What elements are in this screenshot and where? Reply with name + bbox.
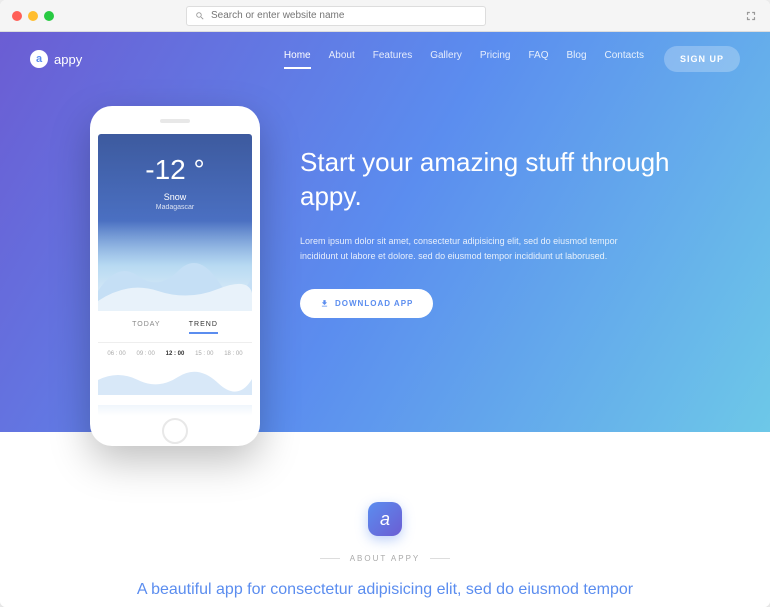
nav-faq[interactable]: FAQ	[528, 50, 548, 69]
about-headline: A beautiful app for consectetur adipisic…	[125, 577, 645, 607]
time-1: 09 : 00	[137, 351, 155, 357]
maximize-window-button[interactable]	[44, 11, 54, 21]
download-label: DOWNLOAD APP	[335, 299, 413, 308]
expand-icon[interactable]	[744, 9, 758, 23]
browser-chrome	[0, 0, 770, 32]
weather-bottom: TODAY TREND 06 : 00 09 : 00 12 : 00 15 :…	[98, 311, 252, 405]
logo[interactable]: a appy	[30, 50, 82, 68]
signup-button[interactable]: SIGN UP	[664, 46, 740, 72]
weather-condition: Snow	[98, 192, 252, 202]
hero-body: -12 ° Snow Madagascar TOD	[0, 86, 770, 446]
address-input[interactable]	[211, 10, 477, 21]
weather-temperature: -12 °	[98, 154, 252, 186]
site-header: a appy Home About Features Gallery Prici…	[0, 32, 770, 86]
hero-text: Start your amazing stuff through appy. L…	[260, 96, 710, 446]
weather-tabs: TODAY TREND	[98, 321, 252, 343]
page-content: a appy Home About Features Gallery Prici…	[0, 32, 770, 607]
weather-location: Madagascar	[98, 204, 252, 211]
weather-tab-trend[interactable]: TREND	[189, 321, 218, 334]
nav-features[interactable]: Features	[373, 50, 412, 69]
time-3: 15 : 00	[195, 351, 213, 357]
weather-display: -12 ° Snow Madagascar	[98, 134, 252, 221]
nav-blog[interactable]: Blog	[567, 50, 587, 69]
nav-contacts[interactable]: Contacts	[605, 50, 644, 69]
phone-screen: -12 ° Snow Madagascar TOD	[98, 134, 252, 416]
about-label: ABOUT APPY	[40, 554, 730, 563]
nav-home[interactable]: Home	[284, 50, 311, 69]
address-bar[interactable]	[186, 6, 486, 26]
weather-tab-today[interactable]: TODAY	[132, 321, 160, 334]
time-4: 18 : 00	[224, 351, 242, 357]
download-icon	[320, 299, 329, 308]
weather-wave	[98, 365, 252, 395]
nav-about[interactable]: About	[329, 50, 355, 69]
logo-mark: a	[30, 50, 48, 68]
browser-window: a appy Home About Features Gallery Prici…	[0, 0, 770, 607]
about-icon: a	[368, 502, 402, 536]
search-icon	[195, 11, 205, 21]
weather-illustration	[98, 221, 252, 311]
phone-speaker	[160, 119, 190, 123]
nav-gallery[interactable]: Gallery	[430, 50, 462, 69]
window-controls	[12, 11, 54, 21]
logo-text: appy	[54, 52, 82, 67]
hero-description: Lorem ipsum dolor sit amet, consectetur …	[300, 234, 620, 265]
weather-timeline: 06 : 00 09 : 00 12 : 00 15 : 00 18 : 00	[98, 343, 252, 365]
time-0: 06 : 00	[107, 351, 125, 357]
hero-section: a appy Home About Features Gallery Prici…	[0, 32, 770, 432]
about-section: a ABOUT APPY A beautiful app for consect…	[0, 432, 770, 607]
hero-title: Start your amazing stuff through appy.	[300, 146, 710, 214]
close-window-button[interactable]	[12, 11, 22, 21]
time-2: 12 : 00	[166, 351, 185, 357]
main-nav: Home About Features Gallery Pricing FAQ …	[284, 50, 644, 69]
phone-mockup: -12 ° Snow Madagascar TOD	[90, 106, 260, 446]
minimize-window-button[interactable]	[28, 11, 38, 21]
download-button[interactable]: DOWNLOAD APP	[300, 289, 433, 318]
phone-home-button	[162, 418, 188, 444]
nav-pricing[interactable]: Pricing	[480, 50, 511, 69]
